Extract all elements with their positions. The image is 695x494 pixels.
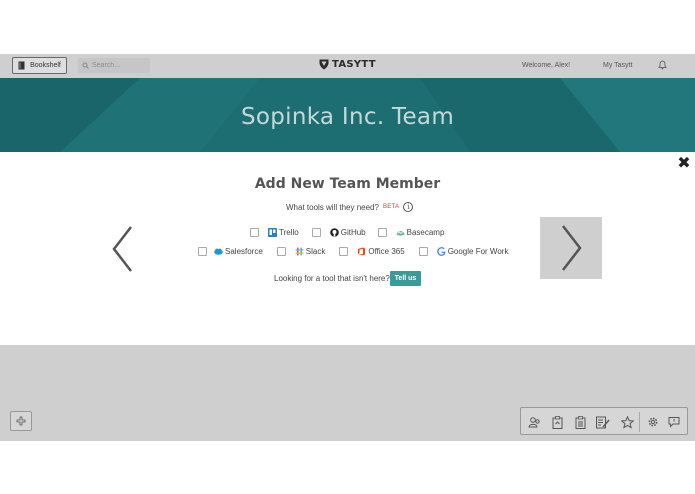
github-icon (329, 228, 339, 237)
basecamp-checkbox[interactable] (377, 228, 387, 237)
gear-icon[interactable] (645, 414, 661, 430)
bottom-toolbar (520, 407, 688, 435)
slack-label: Slack (305, 247, 326, 256)
edit-list-icon[interactable] (595, 414, 611, 430)
toolbar-divider (639, 412, 640, 432)
trello-label: Trello (279, 228, 299, 237)
clipboard-up-icon[interactable] (549, 414, 565, 430)
chevron-right-icon (562, 225, 582, 271)
close-icon[interactable]: ✖ (677, 156, 691, 172)
users-icon[interactable] (526, 414, 542, 430)
add-button[interactable] (10, 411, 32, 431)
chat-icon[interactable] (666, 414, 682, 430)
search-input[interactable] (92, 62, 147, 69)
tool-github[interactable]: GitHub (311, 228, 366, 237)
tool-slack[interactable]: Slack (276, 247, 326, 256)
office-365-label: Office 365 (368, 247, 405, 256)
team-banner: Sopinka Inc. Team (0, 78, 695, 152)
trello-checkbox[interactable] (250, 228, 259, 237)
basecamp-label: Basecamp (406, 228, 445, 237)
next-button[interactable] (540, 217, 602, 279)
tell-us-button[interactable]: Tell us (390, 271, 421, 286)
tool-google-for-work[interactable]: Google For Work (418, 247, 509, 256)
github-checkbox[interactable] (311, 228, 321, 237)
tools-question: What tools will they need? BETA i (286, 202, 414, 212)
my-tasytt-link[interactable]: My Tasytt (603, 62, 632, 69)
chevron-left-icon[interactable] (108, 224, 140, 274)
question-text: What tools will they need? (286, 202, 379, 212)
bookshelf-button[interactable]: Bookshelf (12, 57, 67, 74)
tool-trello[interactable]: Trello (250, 228, 299, 237)
google-for-work-checkbox[interactable] (418, 247, 428, 256)
team-title: Sopinka Inc. Team (240, 104, 455, 130)
tools-row-1: Trello GitHub Basecamp (250, 228, 444, 237)
salesforce-checkbox[interactable] (198, 247, 207, 256)
tasytt-logo[interactable]: TASYTT (319, 59, 376, 70)
tool-office-365[interactable]: Office 365 (339, 247, 405, 256)
bookshelf-label: Bookshelf (30, 62, 61, 69)
welcome-message[interactable]: Welcome, Alex! (522, 62, 570, 69)
plus-icon (16, 416, 26, 426)
info-icon[interactable]: i (403, 202, 414, 212)
missing-tool-prompt: Looking for a tool that isn't here? (274, 274, 390, 283)
top-bar: Bookshelf TASYTT Welcome, Alex! My Tasyt… (0, 54, 695, 78)
trello-icon (268, 228, 277, 237)
salesforce-icon (214, 247, 223, 256)
office-365-checkbox[interactable] (339, 247, 349, 256)
star-icon[interactable] (619, 414, 635, 430)
tool-salesforce[interactable]: Salesforce (198, 247, 263, 256)
office-icon (357, 247, 366, 256)
bell-icon[interactable] (658, 60, 667, 70)
app-screen: Bookshelf TASYTT Welcome, Alex! My Tasyt… (0, 0, 695, 494)
clipboard-list-icon[interactable] (572, 414, 588, 430)
search-box[interactable] (78, 58, 150, 73)
logo-text: TASYTT (332, 59, 376, 70)
modal-title: Add New Team Member (254, 176, 441, 192)
google-for-work-label: Google For Work (447, 247, 509, 256)
google-icon (436, 247, 446, 256)
shield-logo-icon (319, 59, 329, 70)
tools-row-2: Salesforce Slack Office 365 Google For W… (198, 247, 508, 256)
github-label: GitHub (340, 228, 366, 237)
salesforce-label: Salesforce (225, 247, 263, 256)
slack-checkbox[interactable] (276, 247, 286, 256)
book-icon (18, 61, 25, 70)
basecamp-icon (396, 228, 405, 237)
slack-icon (295, 247, 304, 256)
tool-basecamp[interactable]: Basecamp (377, 228, 445, 237)
search-icon (82, 62, 89, 69)
beta-badge: BETA (382, 204, 400, 210)
